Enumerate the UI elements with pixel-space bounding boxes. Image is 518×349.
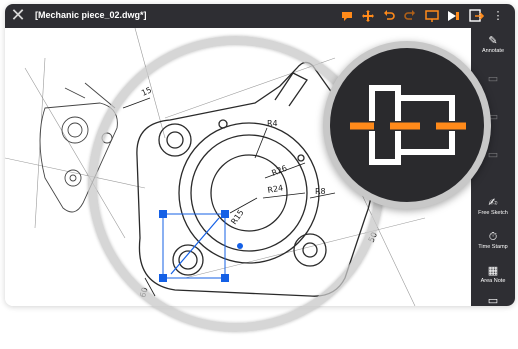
selection-handle[interactable] [221,274,229,282]
dim-r15: R15 [229,208,245,226]
dim-r26: R26 [270,164,288,178]
panel-icon: ▭ [487,294,499,306]
annotate-icon: ✎ [488,34,498,47]
dimension-lines [122,97,336,297]
undo-icon[interactable] [380,7,398,25]
share-icon[interactable] [467,7,485,25]
dim-r4: R4 [267,119,278,128]
file-title: [Mechanic piece_02.dwg*] [35,10,147,20]
area-note-icon: ▦ [487,264,499,277]
selection-handle[interactable] [159,210,167,218]
close-icon[interactable]: ✕ [9,7,27,25]
comment-icon[interactable] [338,7,356,25]
dim-50: 50 [367,231,379,244]
selection-handle[interactable] [159,274,167,282]
time-stamp-tool[interactable]: ⏱ Time Stamp [471,226,515,262]
selection-handle[interactable] [221,210,229,218]
magnifier-overlay [323,41,491,209]
dim-r24: R24 [267,183,284,195]
small-part-outline [39,82,118,213]
play-icon[interactable] [444,7,462,25]
screen-icon[interactable] [423,7,441,25]
move-icon[interactable] [359,7,377,25]
panel-toggle[interactable]: ▭ [471,290,515,306]
redo-icon[interactable] [401,7,419,25]
dashed-line-tool-icon [350,85,466,165]
dim-r8: R8 [315,187,326,196]
time-stamp-icon: ⏱ [488,230,498,243]
top-toolbar: ✕ [Mechanic piece_02.dwg*] ⋮ [5,4,515,28]
more-icon[interactable]: ⋮ [489,7,507,25]
dim-60: 60 [138,286,149,298]
